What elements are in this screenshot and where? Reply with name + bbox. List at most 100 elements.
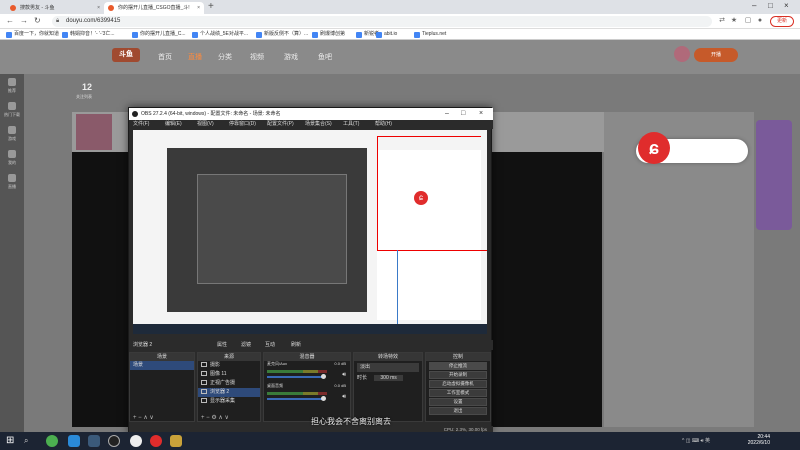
bookmark-item[interactable]: 你的摆开儿直播_C... [132,30,186,39]
bookmark-item[interactable]: 韩娟抑音！'- '-'3亡... [62,30,115,39]
menu-tools[interactable]: 工具(T) [343,120,359,129]
scene-item[interactable]: 场景 [130,361,194,370]
obs-menubar: 文件(F) 编辑(E) 视图(V) 停靠窗口(D) 配置文件(P) 场景集合(S… [129,120,493,129]
start-recording-button[interactable]: 开始录制 [429,371,487,379]
maximize-icon[interactable]: □ [768,1,773,10]
url-input[interactable]: 🔒︎ douyu.com/6399415 [52,16,712,27]
reload-icon[interactable]: ↻ [34,16,41,25]
back-icon[interactable]: ← [6,16,14,25]
menu-file[interactable]: 文件(F) [133,120,149,129]
close-icon[interactable]: × [479,108,483,120]
speaker-icon[interactable]: 🔊︎ [342,372,346,379]
bookmark-item[interactable]: abit.io [376,30,397,39]
close-icon[interactable]: × [197,2,200,14]
browser-tab-active[interactable]: 你的摆开儿直播_CSGO直播_斗! × [104,2,204,14]
obs-taskbar-icon[interactable] [108,435,120,447]
nav-game[interactable]: 游戏 [284,52,298,62]
rail-item[interactable]: 热门下载 [0,102,24,118]
studio-mode-button[interactable]: 工作室模式 [429,389,487,397]
stop-streaming-button[interactable]: 停止推流 [429,362,487,370]
preview-inner-capture [197,174,347,284]
menu-scene-collection[interactable]: 场景集合(S) [305,120,332,129]
app-icon[interactable] [130,435,142,447]
menu-edit[interactable]: 编辑(E) [165,120,182,129]
bookmark-item[interactable]: 个人战绩_5E对战平... [192,30,248,39]
bookmark-icon [414,32,420,38]
source-item[interactable]: 显示器采集 [198,397,260,406]
source-item[interactable]: 图像 11 [198,370,260,379]
minimize-icon[interactable]: – [445,108,449,120]
nav-live[interactable]: 直播 [188,52,202,62]
interact-button[interactable]: 互动 [265,340,275,350]
add-scene-icon[interactable]: + − ∧ ∨ [133,414,154,421]
douyu-logo[interactable]: 斗鱼 [112,48,140,62]
nav-category[interactable]: 分类 [218,52,232,62]
app-icon[interactable] [68,435,80,447]
steam-icon[interactable] [88,435,100,447]
clock[interactable]: 20:44 2022/6/10 [748,434,770,446]
forward-icon[interactable]: → [20,16,28,25]
bookmark-item[interactable]: 刷爆博创第 [312,30,345,39]
profile-icon[interactable]: ● [756,17,764,25]
browser-tab[interactable]: 搜款男友 - 斗鱼 × [6,2,104,14]
bookmark-item[interactable]: 新版反侧不（算）... [256,30,308,39]
netease-music-icon[interactable]: ɕ [638,132,670,164]
extensions-icon[interactable]: ▢ [744,17,752,25]
app-icon[interactable] [170,435,182,447]
menu-view[interactable]: 视图(V) [197,120,214,129]
nav-home[interactable]: 首页 [158,52,172,62]
user-avatar[interactable] [674,46,690,62]
menu-help[interactable]: 帮助(H) [375,120,392,129]
bookmark-icon [192,32,198,38]
add-source-icon[interactable]: + − ⚙ ∧ ∨ [201,414,229,421]
refresh-button[interactable]: 刷新 [291,340,301,350]
slider-handle[interactable] [321,374,326,379]
source-item[interactable]: 浏览器 2 [198,388,260,397]
speaker-icon[interactable]: 🔊︎ [342,394,346,401]
rail-item[interactable]: 我的 [0,150,24,166]
audio-meter [267,392,327,395]
volume-slider[interactable] [267,396,326,401]
source-item[interactable]: 摄影 [198,361,260,370]
minimize-icon[interactable]: – [752,1,756,10]
transition-select[interactable]: 淡出 [357,363,419,372]
nav-video[interactable]: 视频 [250,52,264,62]
rail-item[interactable]: 推荐 [0,78,24,94]
obs-preview[interactable] [133,130,487,334]
virtual-camera-button[interactable]: 启动虚拟摄像机 [429,380,487,388]
bookmark-item[interactable]: Tieplus.net [414,30,446,39]
exit-button[interactable]: 退出 [429,407,487,415]
translate-icon[interactable]: ⇄ [718,17,726,25]
properties-button[interactable]: 属性 [217,340,227,350]
chrome-icon[interactable] [46,435,58,447]
follow-label[interactable]: 关注列表 [76,94,92,100]
side-banner[interactable] [756,120,792,230]
source-item[interactable]: 正视广告摄 [198,379,260,388]
search-icon[interactable]: ⌕ [24,435,36,447]
update-button[interactable]: 更新 [769,16,794,27]
volume-slider[interactable] [267,374,326,379]
duration-input[interactable]: 300 ms [374,375,403,381]
bookmark-item[interactable]: 百度一下，你就知道 [6,30,59,39]
streamer-avatar[interactable] [76,114,112,150]
rail-item[interactable]: 直播 [0,174,24,190]
close-window-icon[interactable]: × [784,1,789,10]
bookmark-star-icon[interactable]: ★ [730,17,738,25]
menu-profile[interactable]: 配置文件(P) [267,120,294,129]
windows-start-icon[interactable]: ⊞ [6,435,18,447]
nav-yuba[interactable]: 鱼吧 [318,52,332,62]
slider-handle[interactable] [321,396,326,401]
new-tab-icon[interactable]: + [208,1,214,12]
close-icon[interactable]: × [97,2,100,14]
netease-music-icon[interactable] [150,435,162,447]
source-bounding-edge[interactable] [377,250,487,251]
maximize-icon[interactable]: □ [461,108,465,120]
go-live-button[interactable]: 开播 [694,48,738,62]
left-rail: 推荐 热门下载 游戏 我的 直播 [0,74,24,432]
system-tray[interactable]: ^ ◫ ⌨ 🔊︎ 英 [682,437,710,444]
rail-item[interactable]: 游戏 [0,126,24,142]
menu-docks[interactable]: 停靠窗口(D) [229,120,256,129]
settings-button[interactable]: 设置 [429,398,487,406]
filters-button[interactable]: 滤镜 [241,340,251,350]
duration-row: 时长 300 ms [354,374,422,383]
